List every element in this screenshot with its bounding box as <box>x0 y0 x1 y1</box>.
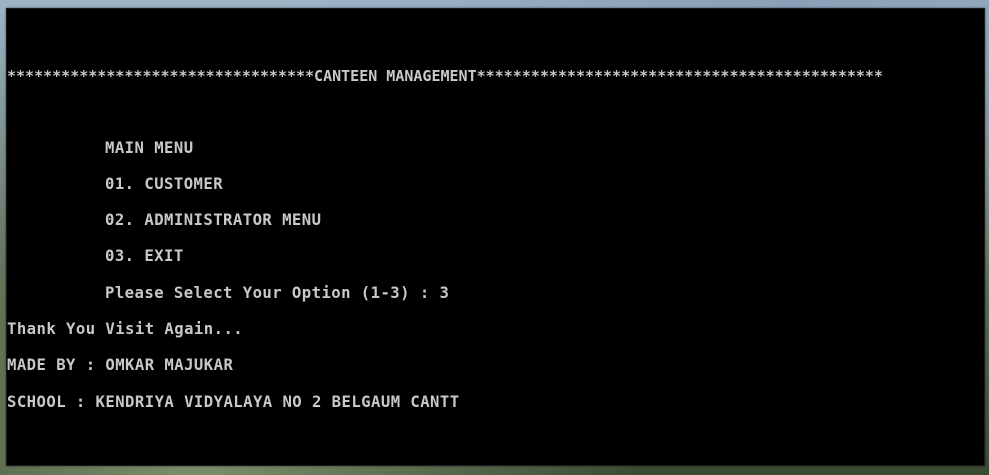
menu-option-exit: 03. EXIT <box>105 247 184 265</box>
school-line: SCHOOL : KENDRIYA VIDYALAYA NO 2 BELGAUM… <box>7 393 460 411</box>
thanks-message: Thank You Visit Again... <box>7 320 244 338</box>
made-by-line: MADE BY : OMKAR MAJUKAR <box>7 356 234 374</box>
menu-option-customer: 01. CUSTOMER <box>105 175 224 193</box>
banner-line: **********************************CANTEE… <box>7 67 883 85</box>
menu-title: MAIN MENU <box>105 139 194 157</box>
console-window[interactable]: **********************************CANTEE… <box>6 8 985 466</box>
option-prompt: Please Select Your Option (1-3) : 3 <box>105 284 450 302</box>
menu-option-administrator: 02. ADMINISTRATOR MENU <box>105 211 322 229</box>
